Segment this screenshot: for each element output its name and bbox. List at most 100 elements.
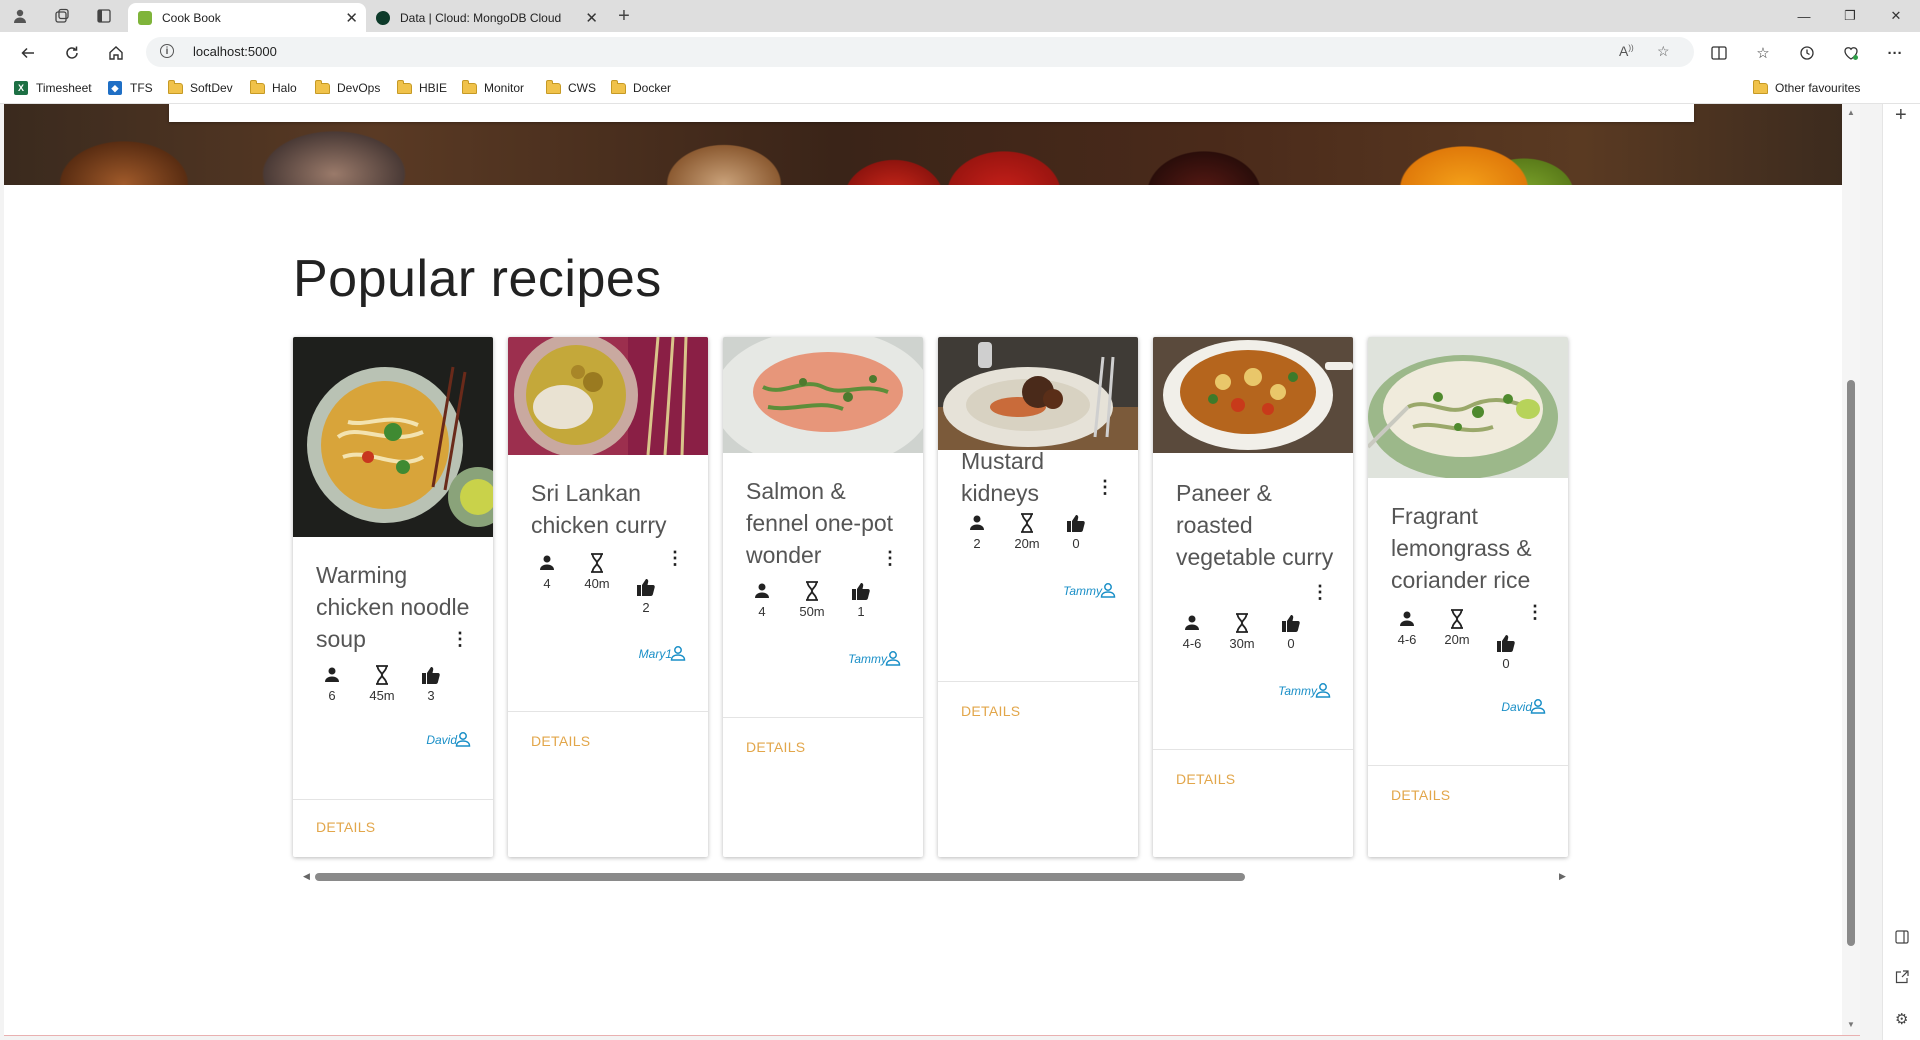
card-divider bbox=[938, 681, 1138, 682]
page-scroll-thumb[interactable] bbox=[1847, 380, 1855, 946]
recipe-title[interactable]: Fragrant lemongrass & coriander rice bbox=[1391, 500, 1551, 596]
recipe-title[interactable]: Paneer & roasted vegetable curry bbox=[1176, 477, 1336, 573]
more-vert-icon[interactable]: ⋮ bbox=[1526, 602, 1544, 622]
bookmark-other-favourites[interactable]: Other favourites bbox=[1753, 79, 1860, 96]
tab-actions-icon[interactable] bbox=[92, 4, 116, 28]
details-button[interactable]: DETAILS bbox=[961, 703, 1020, 719]
recipe-title[interactable]: Sri Lankan chicken curry bbox=[531, 477, 691, 541]
time-value: 20m bbox=[1014, 536, 1040, 551]
recipe-card: Paneer & roasted vegetable curry ⋮ 4-6 3… bbox=[1153, 337, 1353, 857]
details-button[interactable]: DETAILS bbox=[746, 739, 805, 755]
more-vert-icon[interactable]: ⋮ bbox=[451, 629, 469, 649]
refresh-icon[interactable] bbox=[58, 39, 86, 67]
header-panel bbox=[169, 104, 1694, 122]
carousel-scroll-thumb[interactable] bbox=[315, 873, 1245, 881]
url-text[interactable]: localhost:5000 bbox=[193, 44, 277, 59]
author-name[interactable]: Tammy bbox=[1278, 684, 1317, 698]
thumbs-up-icon[interactable] bbox=[1486, 633, 1526, 653]
likes-stat[interactable]: 2 bbox=[626, 577, 666, 615]
minimize-icon[interactable]: — bbox=[1782, 0, 1826, 32]
person-icon bbox=[742, 581, 782, 601]
user-outline-icon[interactable] bbox=[1530, 698, 1546, 714]
author-name[interactable]: David bbox=[1501, 700, 1532, 714]
thumbs-up-icon[interactable] bbox=[841, 581, 881, 601]
author-name[interactable]: Tammy bbox=[848, 652, 887, 666]
user-outline-icon[interactable] bbox=[455, 731, 471, 747]
bookmark-tfs[interactable]: ◆ TFS bbox=[108, 80, 153, 96]
close-window-icon[interactable]: ✕ bbox=[1874, 0, 1918, 32]
tab-mongodb[interactable]: Data | Cloud: MongoDB Cloud ✕ bbox=[366, 3, 606, 32]
page-viewport: Popular recipes Warming chicken noodle s… bbox=[4, 104, 1860, 1036]
details-button[interactable]: DETAILS bbox=[1176, 771, 1235, 787]
more-vert-icon[interactable]: ⋮ bbox=[1311, 582, 1329, 602]
recipe-image bbox=[938, 337, 1138, 450]
thumbs-up-icon[interactable] bbox=[411, 665, 451, 685]
details-button[interactable]: DETAILS bbox=[531, 733, 590, 749]
hourglass-icon bbox=[1222, 613, 1262, 633]
hourglass-icon bbox=[792, 581, 832, 601]
add-sidebar-item-icon[interactable]: + bbox=[1895, 104, 1907, 127]
author-name[interactable]: David bbox=[426, 733, 457, 747]
open-in-window-icon[interactable] bbox=[1895, 970, 1909, 988]
home-icon[interactable] bbox=[102, 39, 130, 67]
profile-icon[interactable] bbox=[8, 4, 32, 28]
scroll-down-icon[interactable]: ▼ bbox=[1847, 1020, 1855, 1029]
browser-essentials-icon[interactable] bbox=[1839, 43, 1863, 63]
workspaces-icon[interactable] bbox=[50, 4, 74, 28]
back-icon[interactable] bbox=[14, 39, 42, 67]
more-vert-icon[interactable]: ⋮ bbox=[666, 548, 684, 568]
details-button[interactable]: DETAILS bbox=[1391, 787, 1450, 803]
bookmark-devops[interactable]: DevOps bbox=[315, 79, 380, 96]
card-divider bbox=[723, 717, 923, 718]
favourites-icon[interactable]: ☆ bbox=[1751, 43, 1775, 63]
author-name[interactable]: Mary1 bbox=[639, 647, 672, 661]
likes-stat[interactable]: 3 bbox=[411, 665, 451, 703]
hide-sidebar-icon[interactable] bbox=[1895, 930, 1909, 948]
sidebar-settings-gear-icon[interactable]: ⚙ bbox=[1895, 1010, 1908, 1028]
likes-stat[interactable]: 0 bbox=[1056, 513, 1096, 551]
carousel-scrollbar[interactable]: ◀ ▶ bbox=[301, 871, 1571, 883]
site-info-icon[interactable]: i bbox=[160, 44, 174, 58]
tab-bar: Cook Book ✕ Data | Cloud: MongoDB Cloud … bbox=[0, 0, 1920, 32]
bookmark-docker[interactable]: Docker bbox=[611, 79, 671, 96]
address-bar[interactable]: i localhost:5000 A)) ☆ bbox=[146, 37, 1694, 67]
thumbs-up-icon[interactable] bbox=[1271, 613, 1311, 633]
azure-devops-icon: ◆ bbox=[108, 81, 122, 95]
close-tab-icon[interactable]: ✕ bbox=[585, 9, 598, 27]
person-icon bbox=[1172, 613, 1212, 633]
bookmark-softdev[interactable]: SoftDev bbox=[168, 79, 233, 96]
read-aloud-icon[interactable]: A)) bbox=[1619, 43, 1634, 59]
user-outline-icon[interactable] bbox=[670, 645, 686, 661]
user-outline-icon[interactable] bbox=[1100, 582, 1116, 598]
author-name[interactable]: Tammy bbox=[1063, 584, 1102, 598]
settings-more-icon[interactable]: ··· bbox=[1883, 43, 1907, 63]
bookmark-hbie[interactable]: HBIE bbox=[397, 79, 447, 96]
bookmark-timesheet[interactable]: X Timesheet bbox=[14, 80, 92, 96]
restore-icon[interactable]: ❐ bbox=[1828, 0, 1872, 32]
bookmark-monitor[interactable]: Monitor bbox=[462, 79, 524, 96]
details-button[interactable]: DETAILS bbox=[316, 819, 375, 835]
bookmark-halo[interactable]: Halo bbox=[250, 79, 297, 96]
scroll-left-icon[interactable]: ◀ bbox=[303, 871, 310, 882]
scroll-up-icon[interactable]: ▲ bbox=[1847, 108, 1855, 117]
more-vert-icon[interactable]: ⋮ bbox=[881, 548, 899, 568]
history-icon[interactable] bbox=[1795, 43, 1819, 63]
page-scrollbar[interactable]: ▲ ▼ bbox=[1842, 104, 1860, 1035]
likes-stat[interactable]: 0 bbox=[1486, 633, 1526, 671]
likes-stat[interactable]: 1 bbox=[841, 581, 881, 619]
user-outline-icon[interactable] bbox=[1315, 682, 1331, 698]
more-vert-icon[interactable]: ⋮ bbox=[1096, 477, 1114, 497]
recipe-carousel[interactable]: Warming chicken noodle soup ⋮ 6 45m 3 Da… bbox=[293, 337, 1573, 857]
scroll-right-icon[interactable]: ▶ bbox=[1559, 871, 1566, 882]
tab-cook-book[interactable]: Cook Book ✕ bbox=[128, 3, 366, 32]
likes-stat[interactable]: 0 bbox=[1271, 613, 1311, 651]
thumbs-up-icon[interactable] bbox=[626, 577, 666, 597]
favourite-star-icon[interactable]: ☆ bbox=[1657, 43, 1670, 60]
thumbs-up-icon[interactable] bbox=[1056, 513, 1096, 533]
serves-stat: 6 bbox=[312, 665, 352, 703]
bookmark-cws[interactable]: CWS bbox=[546, 79, 596, 96]
close-tab-icon[interactable]: ✕ bbox=[345, 9, 358, 27]
split-screen-icon[interactable] bbox=[1707, 43, 1731, 63]
user-outline-icon[interactable] bbox=[885, 650, 901, 666]
new-tab-icon[interactable]: + bbox=[612, 4, 636, 28]
